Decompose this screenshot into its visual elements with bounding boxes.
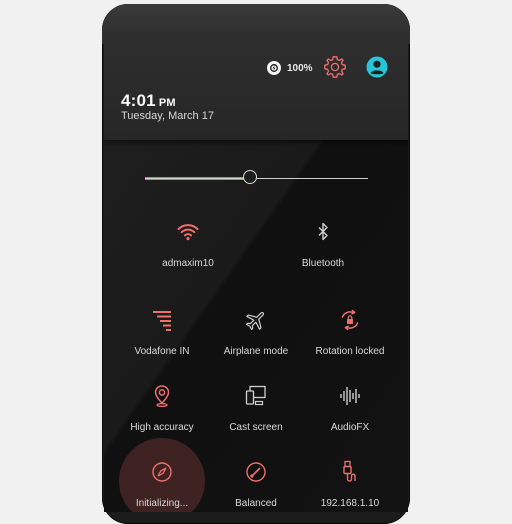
gear-icon[interactable] xyxy=(323,55,347,79)
tile-label: Airplane mode xyxy=(223,346,289,357)
clock-ampm: PM xyxy=(158,97,176,109)
airplane-icon xyxy=(245,311,265,331)
clock-time: 4:01 xyxy=(121,91,156,110)
compass-icon xyxy=(152,462,172,482)
tile-airplane-mode[interactable]: Airplane mode xyxy=(207,308,305,368)
tile-label: Rotation locked xyxy=(315,346,385,357)
tile-audio-fx[interactable]: AudioFX xyxy=(301,384,399,444)
tile-label: admaxim10 xyxy=(162,258,214,269)
tile-performance-profile[interactable]: Balanced xyxy=(207,460,305,512)
clock[interactable]: 4:01 PM xyxy=(121,91,176,111)
tile-label: Bluetooth xyxy=(301,258,345,269)
tile-adb-network[interactable]: 192.168.1.10 xyxy=(301,460,399,512)
brightness-slider-thumb[interactable] xyxy=(242,170,257,184)
location-icon xyxy=(154,385,170,408)
audio-fx-icon xyxy=(340,387,360,405)
battery-status[interactable]: 100% xyxy=(267,61,313,75)
phone-top-bezel xyxy=(102,4,410,44)
status-header: 100% 4:01 PM Tuesday, March 17 xyxy=(104,40,408,140)
wifi-icon xyxy=(177,224,199,241)
cellular-signal-icon xyxy=(153,311,171,331)
tile-label: Vodafone IN xyxy=(134,346,190,357)
tile-bluetooth[interactable]: Bluetooth xyxy=(274,220,372,280)
battery-percent: 100% xyxy=(287,62,313,74)
usb-debugging-icon xyxy=(343,460,356,482)
tile-rotation-lock[interactable]: Rotation locked xyxy=(301,308,399,368)
tile-location[interactable]: High accuracy xyxy=(113,384,211,444)
tile-label: Balanced xyxy=(235,498,277,509)
tile-label: 192.168.1.10 xyxy=(320,498,380,509)
tile-mobile-data[interactable]: Vodafone IN xyxy=(113,308,211,368)
quick-settings-panel: 100% 4:01PM Tuesday, March 17 admaxim10 xyxy=(104,40,408,512)
tile-label: High accuracy xyxy=(130,422,194,433)
tile-label: Cast screen xyxy=(229,422,283,433)
tile-label: Initializing... xyxy=(135,498,189,509)
battery-charging-icon xyxy=(267,61,281,75)
tile-label: AudioFX xyxy=(330,422,370,433)
rotation-lock-icon xyxy=(341,309,359,331)
date-label[interactable]: Tuesday, March 17 xyxy=(121,110,214,122)
user-avatar-icon[interactable] xyxy=(366,56,388,78)
cast-screen-icon xyxy=(245,385,266,406)
tile-compass[interactable]: Initializing... xyxy=(113,460,211,512)
performance-gauge-icon xyxy=(246,462,266,482)
tile-wifi[interactable]: admaxim10 xyxy=(139,220,237,280)
bluetooth-icon xyxy=(318,222,328,241)
tile-cast-screen[interactable]: Cast screen xyxy=(207,384,305,444)
